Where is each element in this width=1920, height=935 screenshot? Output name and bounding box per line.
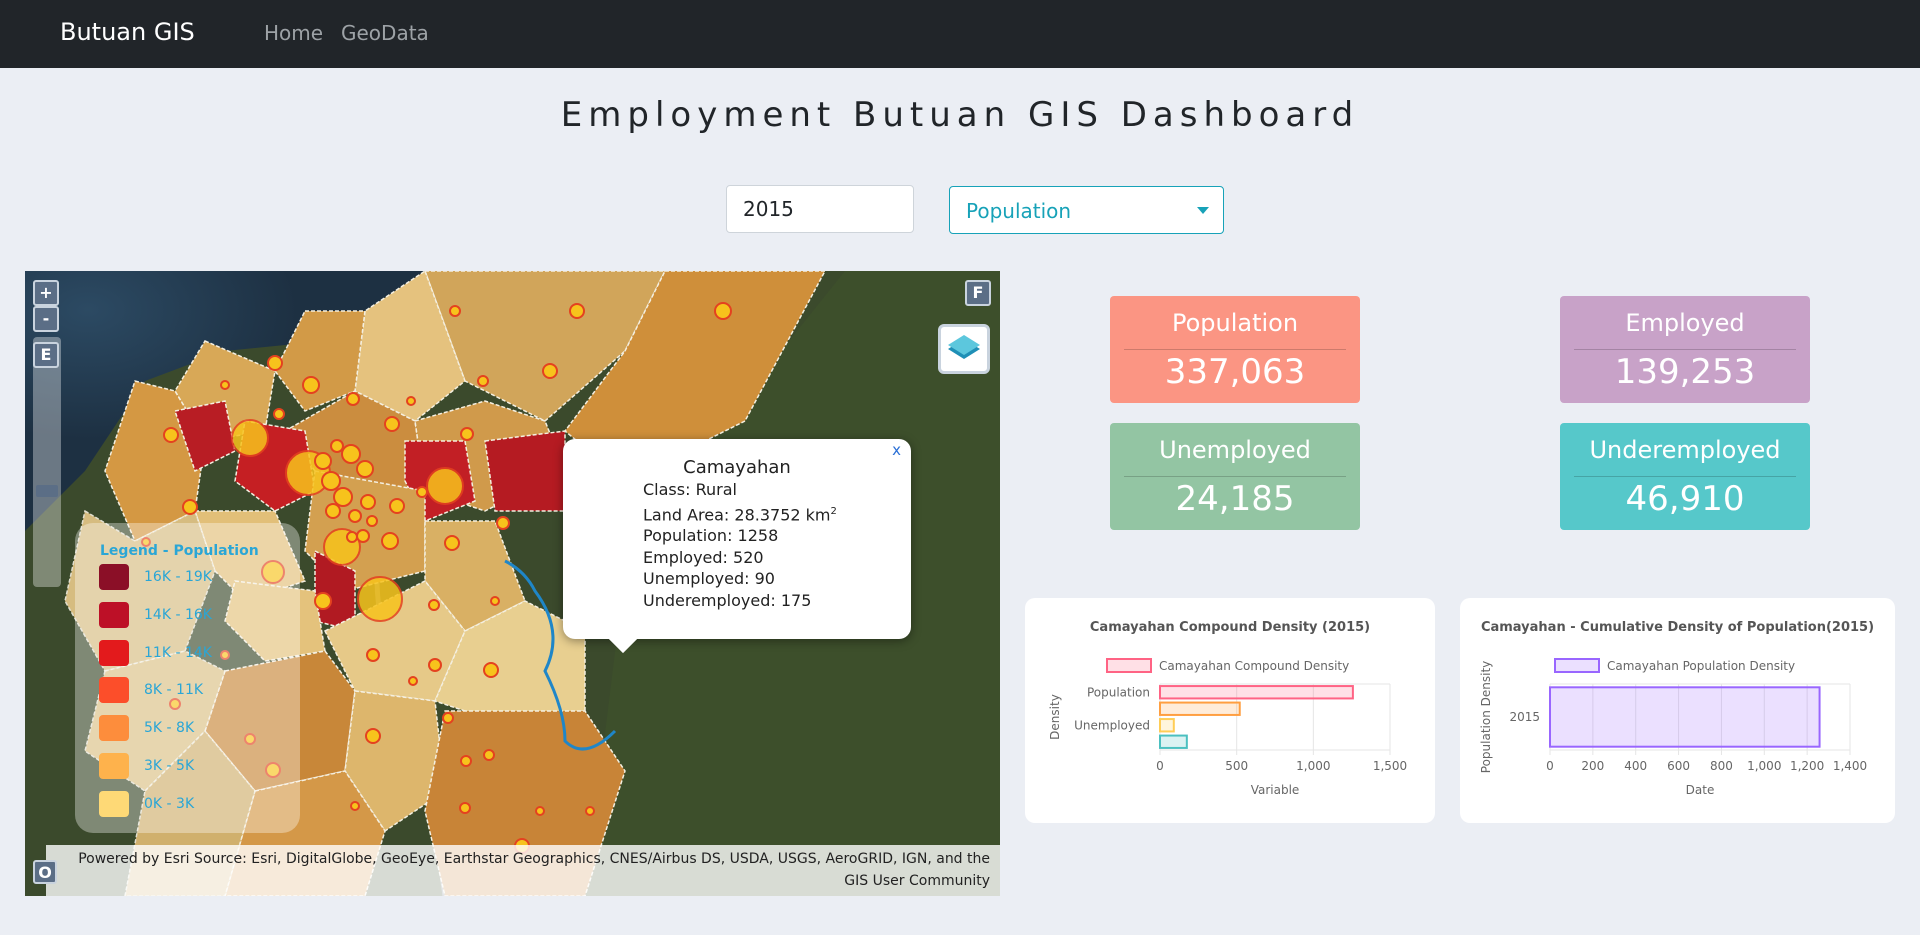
extent-button[interactable]: E	[33, 342, 59, 368]
legend-swatch	[99, 791, 129, 817]
legend-label: Camayahan Population Density	[1607, 659, 1795, 673]
x-tick-label: 1,500	[1373, 759, 1407, 773]
x-tick-label: 0	[1156, 759, 1164, 773]
cumulative-density-chart-panel: Camayahan - Cumulative Density of Popula…	[1460, 598, 1895, 823]
year-input[interactable]	[726, 185, 914, 233]
y-axis-title: Population Density	[1479, 661, 1493, 773]
map-attribution: Powered by Esri Source: Esri, DigitalGlo…	[46, 845, 1000, 896]
popup-population: Population: 1258	[643, 526, 779, 546]
popup-title: Camayahan	[683, 457, 791, 478]
compound-density-chart-panel: Camayahan Compound Density (2015) Camaya…	[1025, 598, 1435, 823]
bar	[1159, 718, 1175, 733]
variable-select[interactable]: Population	[949, 186, 1224, 234]
legend-label: 3K - 5K	[144, 758, 195, 774]
compound-density-chart: Camayahan Compound Density 0 500 1,000 1,500…	[1048, 658, 1407, 797]
stat-value: 337,063	[1164, 352, 1306, 392]
brand[interactable]: Butuan GIS	[60, 18, 195, 46]
x-axis-title: Variable	[1251, 783, 1300, 797]
stat-value: 139,253	[1614, 352, 1756, 392]
zoom-out-button[interactable]: -	[33, 306, 59, 332]
stat-divider	[1574, 476, 1796, 477]
stat-value: 46,910	[1625, 479, 1745, 519]
legend-label: 14K - 16K	[144, 607, 212, 623]
stat-divider	[1124, 349, 1346, 350]
map-legend: Legend - Population 16K - 19K 14K - 16K …	[75, 523, 300, 833]
legend-swatch	[99, 602, 129, 628]
stat-card-population: Population 337,063	[1110, 296, 1360, 403]
x-axis-title: Date	[1686, 783, 1715, 797]
x-tick-label: 200	[1581, 759, 1604, 773]
legend-swatch	[99, 640, 129, 666]
legend-swatch	[99, 564, 129, 590]
legend-swatch	[99, 677, 129, 703]
navbar: Butuan GIS Home GeoData	[0, 0, 1920, 68]
legend-label: Camayahan Compound Density	[1159, 659, 1349, 673]
stat-label: Employed	[1625, 309, 1745, 337]
popup-unemployed: Unemployed: 90	[643, 569, 775, 589]
layers-button[interactable]	[938, 324, 990, 374]
legend-swatch	[1106, 658, 1152, 673]
legend-label: 11K - 14K	[144, 645, 212, 661]
variable-select-value: Population	[966, 199, 1072, 223]
nav-geodata-link[interactable]: GeoData	[341, 21, 429, 45]
x-tick-label: 1,000	[1747, 759, 1781, 773]
feature-popup: x Camayahan Class: Rural Land Area: 28.3…	[563, 439, 911, 654]
x-tick-label: 500	[1225, 759, 1248, 773]
stat-divider	[1124, 476, 1346, 477]
overview-button[interactable]: O	[33, 860, 57, 884]
y-axis-title: Density	[1048, 694, 1062, 740]
popup-details: Class: Rural Land Area: 28.3752 km2 Popu…	[643, 479, 837, 611]
zoom-slider[interactable]	[33, 337, 61, 587]
legend-swatch	[99, 715, 129, 741]
stat-value: 24,185	[1175, 479, 1295, 519]
page-title: Employment Butuan GIS Dashboard	[560, 95, 1360, 135]
stat-label: Underemployed	[1589, 436, 1781, 464]
fullscreen-button[interactable]: F	[965, 280, 991, 306]
popup-underemployed: Underemployed: 175	[643, 590, 812, 610]
nav-home-link[interactable]: Home	[264, 21, 323, 45]
x-tick-label: 400	[1624, 759, 1647, 773]
x-tick-label: 0	[1546, 759, 1554, 773]
layers-icon	[948, 335, 980, 359]
bar	[1159, 701, 1241, 716]
x-tick-label: 1,000	[1296, 759, 1330, 773]
legend-swatch	[1554, 658, 1600, 673]
x-tick-label: 1,200	[1790, 759, 1824, 773]
popup-employed: Employed: 520	[643, 547, 764, 567]
stat-card-unemployed: Unemployed 24,185	[1110, 423, 1360, 530]
caret-down-icon	[1197, 207, 1209, 214]
x-tick-label: 800	[1710, 759, 1733, 773]
y-tick-label: 2015	[1509, 710, 1540, 724]
y-tick-label: Population	[1087, 685, 1150, 699]
stat-card-employed: Employed 139,253	[1560, 296, 1810, 403]
zoom-in-button[interactable]: +	[33, 280, 59, 306]
legend-swatch	[99, 753, 129, 779]
cumulative-density-chart: Camayahan Population Density 0 200 400 600 80…	[1479, 658, 1867, 797]
legend-label: 0K - 3K	[144, 796, 195, 812]
zoom-slider-handle[interactable]	[36, 485, 58, 497]
x-tick-label: 600	[1667, 759, 1690, 773]
legend-label: 16K - 19K	[144, 569, 212, 585]
legend-label: 8K - 11K	[144, 682, 204, 698]
x-tick-label: 1,400	[1833, 759, 1867, 773]
stat-card-underemployed: Underemployed 46,910	[1560, 423, 1810, 530]
stat-label: Population	[1171, 309, 1299, 337]
bar	[1159, 734, 1188, 749]
popup-land-area: Land Area: 28.3752 km2	[643, 504, 837, 524]
popup-class: Class: Rural	[643, 480, 737, 499]
legend-title: Legend - Population	[100, 543, 259, 559]
legend-label: 5K - 8K	[144, 720, 195, 736]
map[interactable]: + - E F Legend - Population 16K - 19K 14…	[25, 271, 1000, 896]
bar	[1549, 686, 1821, 748]
bar	[1159, 685, 1354, 700]
y-tick-label: Unemployed	[1074, 718, 1150, 732]
stat-divider	[1574, 349, 1796, 350]
stat-label: Unemployed	[1159, 436, 1311, 464]
